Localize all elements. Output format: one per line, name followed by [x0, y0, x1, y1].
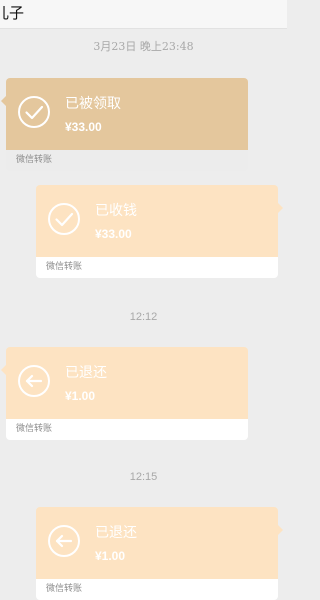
transfer-card-top: 已退还 ¥1.00 [36, 507, 278, 579]
transfer-amount: ¥1.00 [65, 389, 96, 403]
transfer-status: 已被领取 [65, 96, 121, 112]
transfer-card-refunded[interactable]: 已退还 ¥1.00 微信转账 [1, 347, 248, 440]
timestamp: 3月23日 晚上23:48 [0, 38, 287, 54]
transfer-card-accepted[interactable]: 已收钱 ¥33.00 微信转账 [36, 185, 283, 278]
transfer-status: 已退还 [65, 365, 107, 381]
transfer-card-footer: 微信转账 [36, 257, 278, 278]
transfer-card-top: 已退还 ¥1.00 [6, 347, 248, 419]
transfer-amount: ¥33.00 [65, 120, 102, 134]
transfer-card-footer: 微信转账 [6, 419, 248, 440]
timestamp: 12:12 [0, 311, 287, 323]
chat-header: 儿子 [0, 0, 287, 29]
transfer-card-footer: 微信转账 [36, 579, 278, 600]
bubble-tail [278, 525, 283, 535]
transfer-footer-label: 微信转账 [16, 424, 53, 434]
transfer-amount: ¥33.00 [95, 227, 132, 241]
timestamp-text: 12:15 [129, 471, 158, 483]
arrow-left-circle-icon [48, 525, 80, 557]
bubble-tail [278, 203, 283, 213]
chat-title: 儿子 [0, 4, 25, 22]
timestamp: 12:15 [0, 471, 287, 483]
transfer-card-top: 已收钱 ¥33.00 [36, 185, 278, 257]
check-circle-icon [18, 96, 50, 128]
transfer-footer-label: 微信转账 [16, 155, 53, 165]
timestamp-text: 12:12 [129, 311, 158, 323]
transfer-status: 已收钱 [95, 203, 137, 219]
transfer-card-refunded[interactable]: 已退还 ¥1.00 微信转账 [36, 507, 283, 600]
arrow-left-circle-icon [18, 365, 50, 397]
transfer-card-top: 已被领取 ¥33.00 [6, 78, 248, 150]
transfer-card-received[interactable]: 已被领取 ¥33.00 微信转账 [1, 78, 248, 171]
check-circle-icon [48, 203, 80, 235]
transfer-status: 已退还 [95, 525, 137, 541]
transfer-amount: ¥1.00 [95, 549, 126, 563]
transfer-footer-label: 微信转账 [46, 584, 83, 594]
transfer-card-footer: 微信转账 [6, 150, 248, 171]
timestamp-text: 3月23日 晚上23:48 [93, 40, 194, 53]
transfer-footer-label: 微信转账 [46, 262, 83, 272]
